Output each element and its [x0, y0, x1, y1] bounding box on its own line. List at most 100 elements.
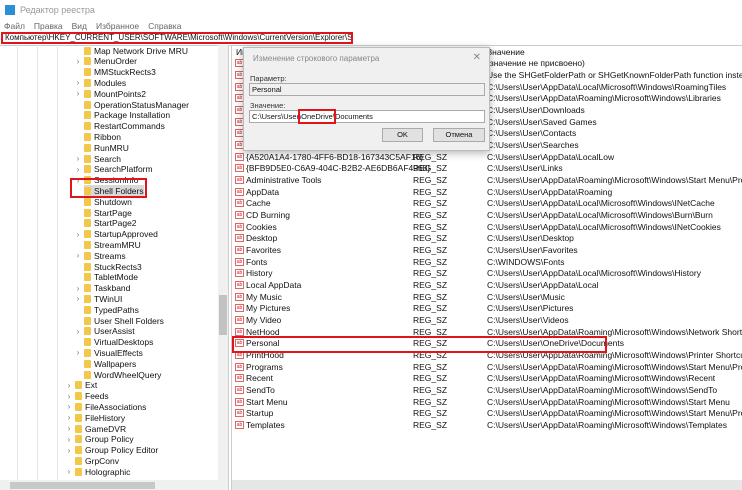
- expand-chevron-icon[interactable]: ›: [74, 348, 82, 357]
- tree-item[interactable]: Map Network Drive MRU: [84, 45, 188, 56]
- list-row[interactable]: ab Cookies REG_SZ C:\Users\User\AppData\Loc…: [232, 221, 742, 233]
- expand-chevron-icon[interactable]: ›: [65, 413, 73, 422]
- tree-item[interactable]: › Group Policy: [68, 434, 134, 445]
- list-row[interactable]: ab AppData REG_SZ C:\Users\User\AppData\Roa…: [232, 186, 742, 198]
- tree-item[interactable]: Ribbon: [84, 131, 121, 142]
- tree-item[interactable]: TypedPaths: [84, 304, 139, 315]
- tree-item[interactable]: › FileAssociations: [68, 401, 147, 412]
- tree-item[interactable]: GrpConv: [75, 455, 119, 466]
- header-value[interactable]: Значение: [487, 47, 525, 57]
- expand-chevron-icon[interactable]: ›: [74, 154, 82, 163]
- tree-item[interactable]: WordWheelQuery: [84, 369, 161, 380]
- cell-name: Desktop: [246, 233, 278, 244]
- tree-item[interactable]: › TWinUI: [77, 293, 123, 304]
- expand-chevron-icon[interactable]: ›: [74, 294, 82, 303]
- list-row[interactable]: ab Start Menu REG_SZ C:\Users\User\AppData\…: [232, 396, 742, 408]
- expand-chevron-icon[interactable]: ›: [74, 284, 82, 293]
- tree-item[interactable]: StartPage: [84, 207, 132, 218]
- folder-icon: [75, 446, 82, 455]
- cell-type: REG_SZ: [413, 175, 448, 186]
- tree-item[interactable]: › Taskband: [77, 283, 131, 294]
- expand-chevron-icon[interactable]: ›: [74, 327, 82, 336]
- value-label: Значение:: [250, 101, 286, 110]
- tree-item[interactable]: RunMRU: [84, 142, 129, 153]
- tree-item[interactable]: Wallpapers: [84, 358, 136, 369]
- cell-name: AppData: [246, 186, 280, 197]
- tree-item[interactable]: › Feeds: [68, 391, 109, 402]
- tree-item[interactable]: › MountPoints2: [77, 88, 146, 99]
- cancel-button[interactable]: Отмена: [433, 128, 485, 142]
- tree-item[interactable]: › GameDVR: [68, 423, 126, 434]
- expand-chevron-icon[interactable]: ›: [74, 251, 82, 260]
- tree-item[interactable]: › Search: [77, 153, 121, 164]
- menu-favorites[interactable]: Избранное: [96, 21, 139, 31]
- tree-item[interactable]: › Group Policy Editor: [68, 445, 159, 456]
- tree-scroll-thumb[interactable]: [219, 295, 227, 335]
- tree-item[interactable]: Package Installation: [84, 110, 170, 121]
- list-row[interactable]: ab Administrative Tools REG_SZ C:\Users\Use…: [232, 174, 742, 186]
- expand-chevron-icon[interactable]: ›: [65, 435, 73, 444]
- ok-button[interactable]: OK: [382, 128, 423, 142]
- list-row[interactable]: ab SendTo REG_SZ C:\Users\User\AppData\Roam…: [232, 384, 742, 396]
- expand-chevron-icon[interactable]: ›: [74, 165, 82, 174]
- folder-icon: [84, 240, 91, 249]
- tree-hscroll-thumb[interactable]: [10, 482, 155, 489]
- list-row[interactable]: ab Recent REG_SZ C:\Users\User\AppData\Roam…: [232, 373, 742, 385]
- list-horizontal-scrollbar[interactable]: [232, 480, 742, 490]
- tree-item[interactable]: OperationStatusManager: [84, 99, 189, 110]
- tree-item[interactable]: StartPage2: [84, 218, 137, 229]
- value-data-field[interactable]: C:\Users\User\OneDrive\Documents: [249, 109, 485, 124]
- tree-item[interactable]: › Modules: [77, 77, 126, 88]
- list-row[interactable]: ab My Music REG_SZ C:\Users\User\Music: [232, 291, 742, 303]
- list-row[interactable]: ab History REG_SZ C:\Users\User\AppData\Loc…: [232, 268, 742, 280]
- list-row[interactable]: ab {BFB9D5E0-C6A9-404C-B2B2-AE6DB6AF4968}…: [232, 163, 742, 175]
- list-row[interactable]: ab {A520A1A4-1780-4FF6-BD18-167343C5AF16}…: [232, 151, 742, 163]
- list-row[interactable]: ab Fonts REG_SZ C:\WINDOWS\Fonts: [232, 256, 742, 268]
- expand-chevron-icon[interactable]: ›: [65, 424, 73, 433]
- expand-chevron-icon[interactable]: ›: [74, 230, 82, 239]
- address-bar[interactable]: Компьютер\HKEY_CURRENT_USER\SOFTWARE\Mic…: [1, 32, 353, 44]
- list-row[interactable]: ab Cache REG_SZ C:\Users\User\AppData\Local…: [232, 198, 742, 210]
- tree-item[interactable]: › StartupApproved: [77, 229, 158, 240]
- list-row[interactable]: ab Templates REG_SZ C:\Users\User\AppData\R…: [232, 419, 742, 431]
- list-row[interactable]: ab My Video REG_SZ C:\Users\User\Videos: [232, 314, 742, 326]
- tree-item[interactable]: › Ext: [68, 380, 98, 391]
- list-row[interactable]: ab Startup REG_SZ C:\Users\User\AppData\Roa…: [232, 408, 742, 420]
- tree-item[interactable]: › UserAssist: [77, 326, 135, 337]
- menu-file[interactable]: Файл: [4, 21, 25, 31]
- tree-item[interactable]: › SearchPlatform: [77, 164, 153, 175]
- list-row[interactable]: ab Desktop REG_SZ C:\Users\User\Desktop: [232, 233, 742, 245]
- tree-item[interactable]: RestartCommands: [84, 121, 165, 132]
- tree-item[interactable]: TabletMode: [84, 272, 138, 283]
- tree-item[interactable]: StreamMRU: [84, 239, 141, 250]
- list-row[interactable]: ab My Pictures REG_SZ C:\Users\User\Picture…: [232, 303, 742, 315]
- tree-item[interactable]: › Holographic: [68, 466, 131, 477]
- tree-item[interactable]: › VisualEffects: [77, 347, 143, 358]
- tree-item[interactable]: StuckRects3: [84, 261, 142, 272]
- tree-item[interactable]: VirtualDesktops: [84, 337, 153, 348]
- close-icon[interactable]: ✕: [473, 52, 481, 63]
- tree-item[interactable]: User Shell Folders: [84, 315, 164, 326]
- expand-chevron-icon[interactable]: ›: [65, 467, 73, 476]
- expand-chevron-icon[interactable]: ›: [65, 402, 73, 411]
- expand-chevron-icon[interactable]: ›: [74, 57, 82, 66]
- expand-chevron-icon[interactable]: ›: [65, 381, 73, 390]
- cell-type: REG_SZ: [413, 280, 448, 291]
- expand-chevron-icon[interactable]: ›: [65, 446, 73, 455]
- list-row[interactable]: ab CD Burning REG_SZ C:\Users\User\AppData\…: [232, 209, 742, 221]
- string-value-icon: ab: [235, 199, 244, 208]
- tree-vertical-scrollbar[interactable]: [218, 45, 228, 480]
- tree-item[interactable]: MMStuckRects3: [84, 67, 156, 78]
- expand-chevron-icon[interactable]: ›: [65, 392, 73, 401]
- tree-item[interactable]: › MenuOrder: [77, 56, 137, 67]
- list-row[interactable]: ab Programs REG_SZ C:\Users\User\AppData\Ro…: [232, 361, 742, 373]
- expand-chevron-icon[interactable]: ›: [74, 78, 82, 87]
- tree-item[interactable]: › Streams: [77, 250, 126, 261]
- menu-edit[interactable]: Правка: [34, 21, 63, 31]
- list-row[interactable]: ab Favorites REG_SZ C:\Users\User\Favorites: [232, 244, 742, 256]
- expand-chevron-icon[interactable]: ›: [74, 89, 82, 98]
- tree-item[interactable]: › FileHistory: [68, 412, 126, 423]
- menu-help[interactable]: Справка: [148, 21, 181, 31]
- menu-view[interactable]: Вид: [72, 21, 87, 31]
- list-row[interactable]: ab Local AppData REG_SZ C:\Users\User\AppDa…: [232, 279, 742, 291]
